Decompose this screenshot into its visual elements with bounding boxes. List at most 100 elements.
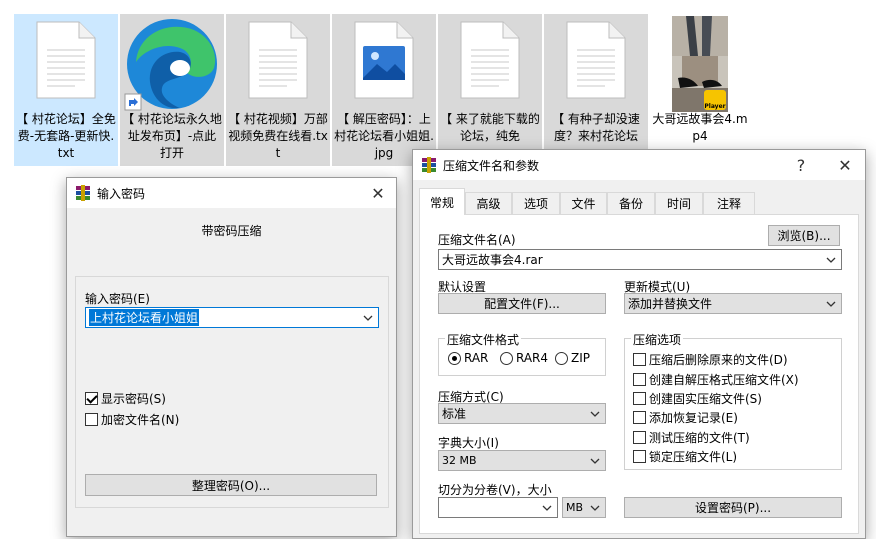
file-item[interactable]: 【 解压密码】：上村花论坛看小姐姐.jpg	[332, 14, 436, 166]
player-badge: Player	[704, 90, 726, 110]
close-button[interactable]: ✕	[360, 178, 396, 208]
split-unit-value: MB	[566, 501, 584, 514]
file-item[interactable]: Player 大哥远故事会4.mp4	[650, 14, 750, 166]
chevron-down-icon	[826, 257, 836, 263]
chevron-down-icon	[542, 505, 552, 511]
tab-backup[interactable]: 备份	[607, 192, 655, 214]
options-group-title: 压缩选项	[631, 331, 684, 348]
password-dialog-titlebar: 输入密码 ✕	[67, 178, 396, 208]
chevron-down-icon	[590, 458, 600, 464]
password-dialog-title: 输入密码	[97, 186, 146, 201]
dictionary-value: 32 MB	[442, 454, 477, 467]
radio-dot	[448, 351, 461, 365]
method-value: 标准	[442, 407, 467, 421]
format-group-title: 压缩文件格式	[445, 331, 522, 348]
option-label: 添加恢复记录(E)	[649, 411, 738, 425]
text-file-icon	[35, 20, 97, 103]
dictionary-label: 字典大小(I)	[438, 436, 499, 450]
desktop-file-row: 【 村花论坛】全免费-无套路-更新快.txt 【 村花论坛永久地址发布页】-点此…	[14, 14, 876, 166]
update-mode-select[interactable]: 添加并替换文件	[624, 293, 842, 314]
radio-dot	[500, 351, 513, 365]
organize-passwords-button[interactable]: 整理密码(O)...	[85, 474, 377, 496]
file-item[interactable]: 【 村花论坛】全免费-无套路-更新快.txt	[14, 14, 118, 166]
archive-name-input[interactable]: 大哥远故事会4.rar	[438, 249, 842, 270]
dictionary-select[interactable]: 32 MB	[438, 450, 606, 471]
format-rar-label: RAR	[464, 351, 489, 365]
chevron-down-icon	[826, 301, 836, 307]
method-select[interactable]: 标准	[438, 403, 606, 424]
password-label: 输入密码(E)	[85, 292, 150, 306]
encrypt-names-checkbox[interactable]: 加密文件名(N)	[85, 411, 179, 428]
option-sfx[interactable]: 创建自解压格式压缩文件(X)	[633, 371, 799, 388]
checkbox-box	[633, 353, 646, 366]
password-dialog: 输入密码 ✕ 带密码压缩 输入密码(E) 上村花论坛看小姐姐 显示密码(S) 加…	[66, 177, 397, 537]
format-radio-zip[interactable]: ZIP	[555, 351, 590, 365]
archive-dialog-title: 压缩文件名和参数	[443, 158, 540, 173]
option-delete-after[interactable]: 压缩后删除原来的文件(D)	[633, 351, 788, 368]
option-test[interactable]: 测试压缩的文件(T)	[633, 429, 750, 446]
split-unit-select[interactable]: MB	[562, 497, 606, 518]
tab-comment[interactable]: 注释	[703, 192, 755, 214]
format-radio-rar[interactable]: RAR	[448, 351, 488, 365]
show-password-label: 显示密码(S)	[101, 392, 166, 406]
profiles-button[interactable]: 配置文件(F)...	[438, 293, 606, 314]
option-recovery[interactable]: 添加恢复记录(E)	[633, 409, 738, 426]
winrar-icon	[422, 157, 436, 173]
encrypt-names-label: 加密文件名(N)	[101, 413, 180, 427]
file-name: 【 村花论坛永久地址发布页】-点此打开	[122, 112, 222, 160]
video-thumbnail-icon: Player	[672, 16, 728, 115]
checkbox-box	[633, 392, 646, 405]
close-icon: ✕	[838, 155, 852, 175]
password-heading: 带密码压缩	[201, 224, 262, 238]
password-value: 上村花论坛看小姐姐	[89, 309, 200, 326]
split-size-input[interactable]	[438, 497, 558, 518]
chevron-down-icon	[363, 315, 373, 321]
checkbox-box	[633, 411, 646, 424]
file-name: 【 村花视频】万部视频免费在线看.txt	[228, 112, 328, 160]
help-icon: ?	[796, 155, 806, 175]
text-file-icon	[459, 20, 521, 103]
chevron-down-icon	[590, 411, 600, 417]
file-item[interactable]: 【 来了就能下载的论坛，纯免	[438, 14, 542, 166]
close-icon: ✕	[371, 183, 385, 203]
file-name: 【 村花论坛】全免费-无套路-更新快.txt	[16, 112, 116, 160]
format-zip-label: ZIP	[571, 351, 590, 365]
tab-general[interactable]: 常规	[419, 188, 465, 215]
archive-name-value: 大哥远故事会4.rar	[442, 253, 543, 267]
radio-dot	[555, 351, 568, 365]
edge-browser-icon	[124, 16, 220, 115]
set-password-button[interactable]: 设置密码(P)...	[624, 497, 842, 518]
file-item[interactable]: 【 有种子却没速度？来村花论坛	[544, 14, 648, 166]
tab-options[interactable]: 选项	[512, 192, 560, 214]
text-file-icon	[565, 20, 627, 103]
browse-button[interactable]: 浏览(B)...	[768, 225, 840, 246]
tab-files[interactable]: 文件	[560, 192, 607, 214]
format-radio-rar4[interactable]: RAR4	[500, 351, 548, 365]
help-button[interactable]: ?	[783, 150, 819, 180]
archive-dialog-titlebar: 压缩文件名和参数 ? ✕	[413, 150, 865, 180]
tab-time[interactable]: 时间	[655, 192, 703, 214]
text-file-icon	[247, 20, 309, 103]
option-label: 测试压缩的文件(T)	[649, 431, 750, 445]
checkbox-box	[633, 373, 646, 386]
archive-name-label: 压缩文件名(A)	[438, 233, 516, 247]
tab-advanced[interactable]: 高级	[465, 192, 512, 214]
option-label: 创建固实压缩文件(S)	[649, 392, 762, 406]
option-solid[interactable]: 创建固实压缩文件(S)	[633, 390, 762, 407]
update-mode-value: 添加并替换文件	[628, 297, 713, 311]
file-item[interactable]: 【 村花视频】万部视频免费在线看.txt	[226, 14, 330, 166]
file-item[interactable]: 【 村花论坛永久地址发布页】-点此打开	[120, 14, 224, 166]
checkbox-box	[85, 413, 98, 426]
format-rar4-label: RAR4	[516, 351, 549, 365]
option-label: 压缩后删除原来的文件(D)	[649, 353, 788, 367]
checkbox-box	[85, 392, 98, 405]
show-password-checkbox[interactable]: 显示密码(S)	[85, 390, 166, 407]
option-label: 创建自解压格式压缩文件(X)	[649, 373, 799, 387]
option-lock[interactable]: 锁定压缩文件(L)	[633, 448, 737, 465]
option-label: 锁定压缩文件(L)	[649, 450, 738, 464]
checkbox-box	[633, 431, 646, 444]
split-label: 切分为分卷(V)，大小	[438, 483, 552, 497]
close-button[interactable]: ✕	[827, 150, 863, 180]
image-file-icon	[353, 20, 415, 103]
password-input[interactable]: 上村花论坛看小姐姐	[85, 307, 379, 328]
